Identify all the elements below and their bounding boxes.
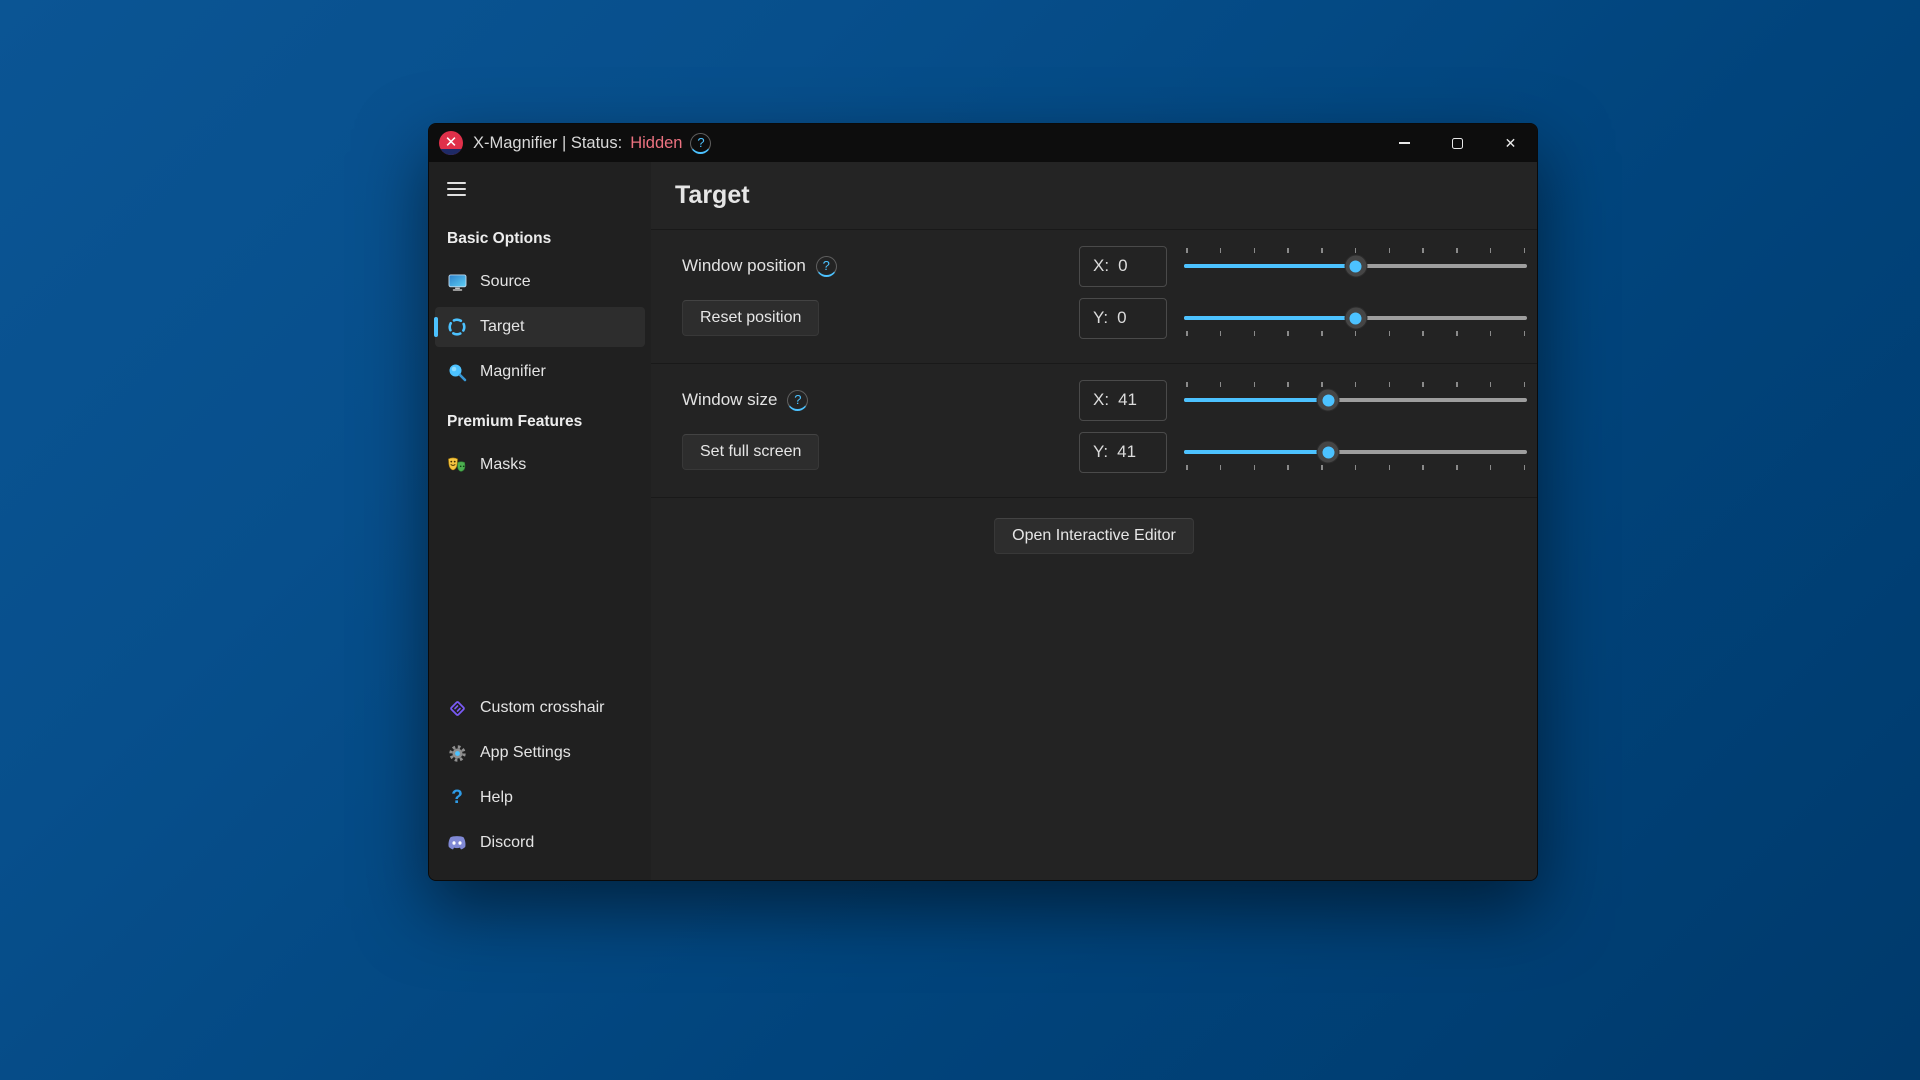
menu-toggle-button[interactable] bbox=[439, 174, 473, 204]
slider-fill bbox=[1184, 264, 1356, 268]
size-y-label: Y: bbox=[1093, 442, 1108, 462]
title-label: X-Magnifier | Status: bbox=[473, 134, 622, 153]
size-x-value: 41 bbox=[1118, 390, 1137, 410]
sidebar-item-masks[interactable]: Masks bbox=[435, 445, 645, 485]
sidebar-item-label: Target bbox=[480, 318, 524, 336]
sidebar-item-custom-crosshair[interactable]: Custom crosshair bbox=[435, 688, 645, 728]
minimize-button[interactable] bbox=[1378, 124, 1431, 162]
main-header: Target bbox=[651, 162, 1537, 229]
slider-thumb[interactable] bbox=[1344, 307, 1367, 330]
sidebar-item-target[interactable]: Target bbox=[435, 307, 645, 347]
sidebar-item-label: Masks bbox=[480, 456, 526, 474]
slider-thumb[interactable] bbox=[1317, 389, 1340, 412]
window-position-label: Window position bbox=[682, 256, 806, 276]
size-y-value: 41 bbox=[1117, 442, 1136, 462]
open-interactive-editor-button[interactable]: Open Interactive Editor bbox=[994, 518, 1194, 554]
sidebar-item-magnifier[interactable]: Magnifier bbox=[435, 352, 645, 392]
sidebar-item-discord[interactable]: Discord bbox=[435, 823, 645, 863]
slider-ticks bbox=[1186, 248, 1525, 253]
question-icon: ? bbox=[447, 788, 467, 808]
sidebar-item-source[interactable]: Source bbox=[435, 262, 645, 302]
sidebar-item-label: Discord bbox=[480, 834, 534, 852]
window-title: X-Magnifier | Status: Hidden ? bbox=[473, 133, 711, 154]
app-logo-icon: ✕ bbox=[439, 131, 463, 155]
page-title: Target bbox=[675, 181, 750, 210]
sidebar-item-label: App Settings bbox=[480, 744, 571, 762]
position-x-slider[interactable] bbox=[1184, 244, 1527, 288]
size-x-label: X: bbox=[1093, 390, 1109, 410]
diamond-crosshair-icon bbox=[447, 698, 467, 718]
discord-icon bbox=[447, 833, 467, 853]
window-controls: ✕ bbox=[1378, 124, 1537, 162]
slider-ticks bbox=[1186, 382, 1525, 387]
size-x-input[interactable]: X: 41 bbox=[1079, 380, 1167, 421]
size-y-slider[interactable] bbox=[1184, 430, 1527, 474]
reset-position-button[interactable]: Reset position bbox=[682, 300, 819, 336]
sidebar-spacer bbox=[429, 490, 651, 688]
position-y-label: Y: bbox=[1093, 308, 1108, 328]
size-x-slider[interactable] bbox=[1184, 378, 1527, 422]
title-bar: ✕ X-Magnifier | Status: Hidden ? ✕ bbox=[429, 124, 1537, 162]
set-full-screen-button[interactable]: Set full screen bbox=[682, 434, 819, 470]
monitor-icon bbox=[447, 272, 467, 292]
slider-ticks bbox=[1186, 331, 1525, 336]
sidebar-section-premium-features: Premium Features bbox=[447, 413, 651, 431]
minimize-icon bbox=[1399, 142, 1410, 144]
slider-thumb[interactable] bbox=[1344, 255, 1367, 278]
slider-fill bbox=[1184, 316, 1356, 320]
main-content: Target Window position ? X: 0 bbox=[651, 162, 1537, 880]
sidebar-item-help[interactable]: ? Help bbox=[435, 778, 645, 818]
sidebar: Basic Options Source bbox=[429, 162, 651, 880]
window-position-section: Window position ? X: 0 bbox=[651, 230, 1537, 363]
window-position-help-button[interactable]: ? bbox=[816, 256, 837, 277]
masks-icon bbox=[447, 455, 467, 475]
crosshair-icon bbox=[447, 317, 467, 337]
slider-thumb[interactable] bbox=[1317, 441, 1340, 464]
slider-fill bbox=[1184, 398, 1328, 402]
maximize-icon bbox=[1452, 138, 1463, 149]
window-size-label: Window size bbox=[682, 390, 777, 410]
sidebar-section-basic-options: Basic Options bbox=[447, 230, 651, 248]
status-help-button[interactable]: ? bbox=[690, 133, 711, 154]
gear-icon bbox=[447, 743, 467, 763]
sidebar-item-label: Help bbox=[480, 789, 513, 807]
sidebar-item-label: Custom crosshair bbox=[480, 699, 604, 717]
position-y-slider[interactable] bbox=[1184, 296, 1527, 340]
status-value: Hidden bbox=[630, 134, 682, 153]
editor-section: Open Interactive Editor bbox=[651, 498, 1537, 554]
magnifier-icon bbox=[447, 362, 467, 382]
sidebar-item-app-settings[interactable]: App Settings bbox=[435, 733, 645, 773]
position-x-input[interactable]: X: 0 bbox=[1079, 246, 1167, 287]
app-window: ✕ X-Magnifier | Status: Hidden ? ✕ Basic… bbox=[428, 123, 1538, 881]
slider-ticks bbox=[1186, 465, 1525, 470]
sidebar-item-label: Source bbox=[480, 273, 531, 291]
position-y-input[interactable]: Y: 0 bbox=[1079, 298, 1167, 339]
size-y-input[interactable]: Y: 41 bbox=[1079, 432, 1167, 473]
position-y-value: 0 bbox=[1117, 308, 1126, 328]
position-x-value: 0 bbox=[1118, 256, 1127, 276]
sidebar-item-label: Magnifier bbox=[480, 363, 546, 381]
window-size-section: Window size ? X: 41 bbox=[651, 364, 1537, 497]
position-x-label: X: bbox=[1093, 256, 1109, 276]
maximize-button[interactable] bbox=[1431, 124, 1484, 162]
close-icon: ✕ bbox=[1505, 136, 1517, 150]
window-size-help-button[interactable]: ? bbox=[787, 390, 808, 411]
slider-fill bbox=[1184, 450, 1328, 454]
close-button[interactable]: ✕ bbox=[1484, 124, 1537, 162]
